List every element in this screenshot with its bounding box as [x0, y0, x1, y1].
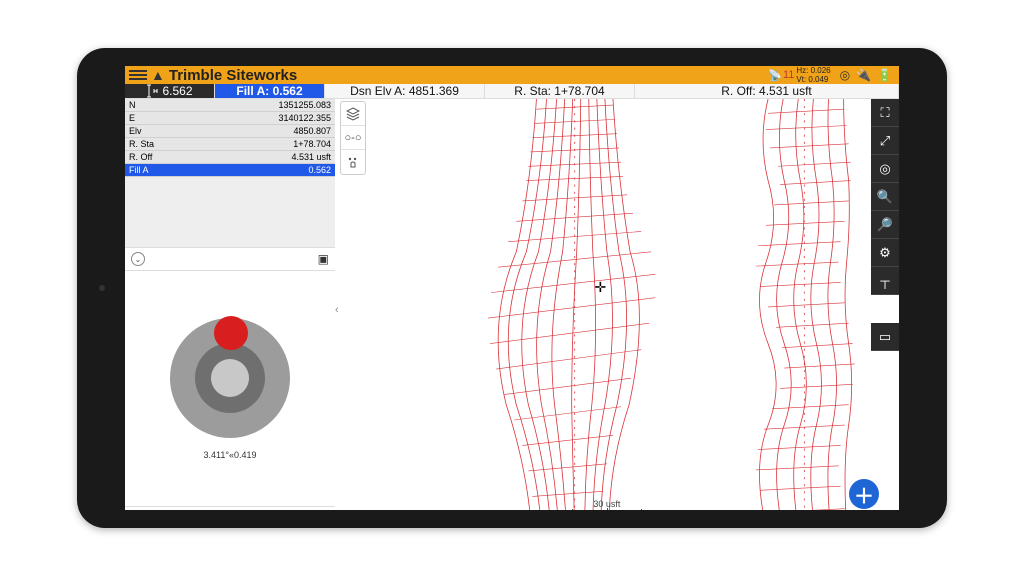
app-screen: ▲ Trimble Siteworks 📡11 Hz: 0.026 Vt: 0.… [125, 66, 899, 510]
map-toolbar: ⛶ ⤢ ◎ 🔍 🔎 ⚙ ┬ ▭ [871, 99, 899, 351]
bullseye-target[interactable] [170, 318, 290, 438]
vt-value: Vt: 0.049 [796, 75, 830, 84]
table-row[interactable]: N1351255.083 [125, 99, 335, 112]
table-row[interactable]: E3140122.355 [125, 112, 335, 125]
layers-button[interactable] [341, 102, 365, 126]
zoom-in-button[interactable]: 🔍 [871, 183, 899, 211]
fill-a-cell[interactable]: Fill A: 0.562 [215, 84, 325, 98]
layer-toolbar: ○-○ [340, 101, 366, 175]
menu-button[interactable] [129, 70, 147, 80]
selection-mode-button[interactable] [341, 150, 365, 174]
position-crosshair-icon: ✛ [594, 279, 606, 296]
bullseye-position-dot [214, 316, 248, 350]
bullseye-panel: 3.411°«0.419 [125, 271, 335, 506]
bullseye-reading: 3.411°«0.419 [204, 450, 257, 460]
snap-button[interactable]: ○-○ [341, 126, 365, 150]
power-icon[interactable]: 🔌 [856, 68, 871, 82]
scale-ticks [572, 509, 642, 510]
target-lock-button[interactable]: ◎ [871, 155, 899, 183]
height-cell[interactable]: 6.562 [125, 84, 215, 98]
expand-left-handle[interactable]: ‹ [335, 304, 339, 316]
offset-button[interactable]: ▭ [871, 323, 899, 351]
height-icon [146, 84, 158, 98]
grid-empty-space [125, 177, 335, 247]
prism-button[interactable]: ┬ [871, 267, 899, 295]
scale-bar: 30 usft [572, 499, 642, 510]
add-fab-button[interactable]: ＋ [849, 479, 879, 509]
main-body: N1351255.083 E3140122.355 Elv4850.807 R.… [125, 99, 899, 510]
height-value: 6.562 [162, 84, 192, 98]
fill-a-value: Fill A: 0.562 [236, 84, 302, 98]
precision-readout: Hz: 0.026 Vt: 0.049 [796, 66, 830, 84]
table-row[interactable]: R. Sta1+78.704 [125, 138, 335, 151]
network-icon[interactable]: ◎ [840, 68, 850, 82]
table-row[interactable]: Elv4850.807 [125, 125, 335, 138]
bullseye-ring-inner [211, 359, 249, 397]
panel-bottom-bar: ⌄ [125, 506, 335, 510]
collapse-up-button[interactable]: ⌄ [131, 252, 145, 266]
table-row[interactable]: R. Off4.531 usft [125, 151, 335, 164]
hz-value: Hz: 0.026 [796, 66, 830, 75]
battery-icon[interactable]: 🔋 [877, 68, 892, 82]
r-sta-value: R. Sta: 1+78.704 [514, 84, 604, 98]
map-view[interactable]: ✛ 30 usft ‹ ＋ ⛶ ⤢ ◎ 🔍 🔎 ⚙ [335, 99, 899, 510]
crop-button[interactable]: ⛶ [871, 99, 899, 127]
app-logo-icon: ▲ [151, 67, 165, 83]
app-title: Trimble Siteworks [169, 67, 297, 84]
dsn-elv-value: Dsn Elv A: 4851.369 [350, 84, 459, 98]
panel-layout-button[interactable]: ▣ [318, 252, 329, 266]
zoom-out-button[interactable]: 🔎 [871, 211, 899, 239]
gnss-sat-count: 11 [783, 69, 794, 81]
r-off-cell[interactable]: R. Off: 4.531 usft [635, 84, 899, 98]
panel-collapse-bar: ⌄ ▣ [125, 247, 335, 271]
contour-drawing [335, 99, 899, 510]
tablet-frame: ▲ Trimble Siteworks 📡11 Hz: 0.026 Vt: 0.… [77, 48, 947, 528]
table-row-selected[interactable]: Fill A0.562 [125, 164, 335, 177]
status-bar: 6.562 Fill A: 0.562 Dsn Elv A: 4851.369 … [125, 84, 899, 99]
app-header: ▲ Trimble Siteworks 📡11 Hz: 0.026 Vt: 0.… [125, 66, 899, 84]
data-grid: N1351255.083 E3140122.355 Elv4850.807 R.… [125, 99, 335, 247]
fullscreen-button[interactable]: ⤢ [871, 127, 899, 155]
settings-button[interactable]: ⚙ [871, 239, 899, 267]
r-sta-cell[interactable]: R. Sta: 1+78.704 [485, 84, 635, 98]
dsn-elv-cell[interactable]: Dsn Elv A: 4851.369 [325, 84, 485, 98]
gnss-status-icon[interactable]: 📡11 [768, 69, 794, 82]
tablet-camera [99, 285, 105, 291]
left-panel: N1351255.083 E3140122.355 Elv4850.807 R.… [125, 99, 335, 510]
r-off-value: R. Off: 4.531 usft [721, 84, 812, 98]
